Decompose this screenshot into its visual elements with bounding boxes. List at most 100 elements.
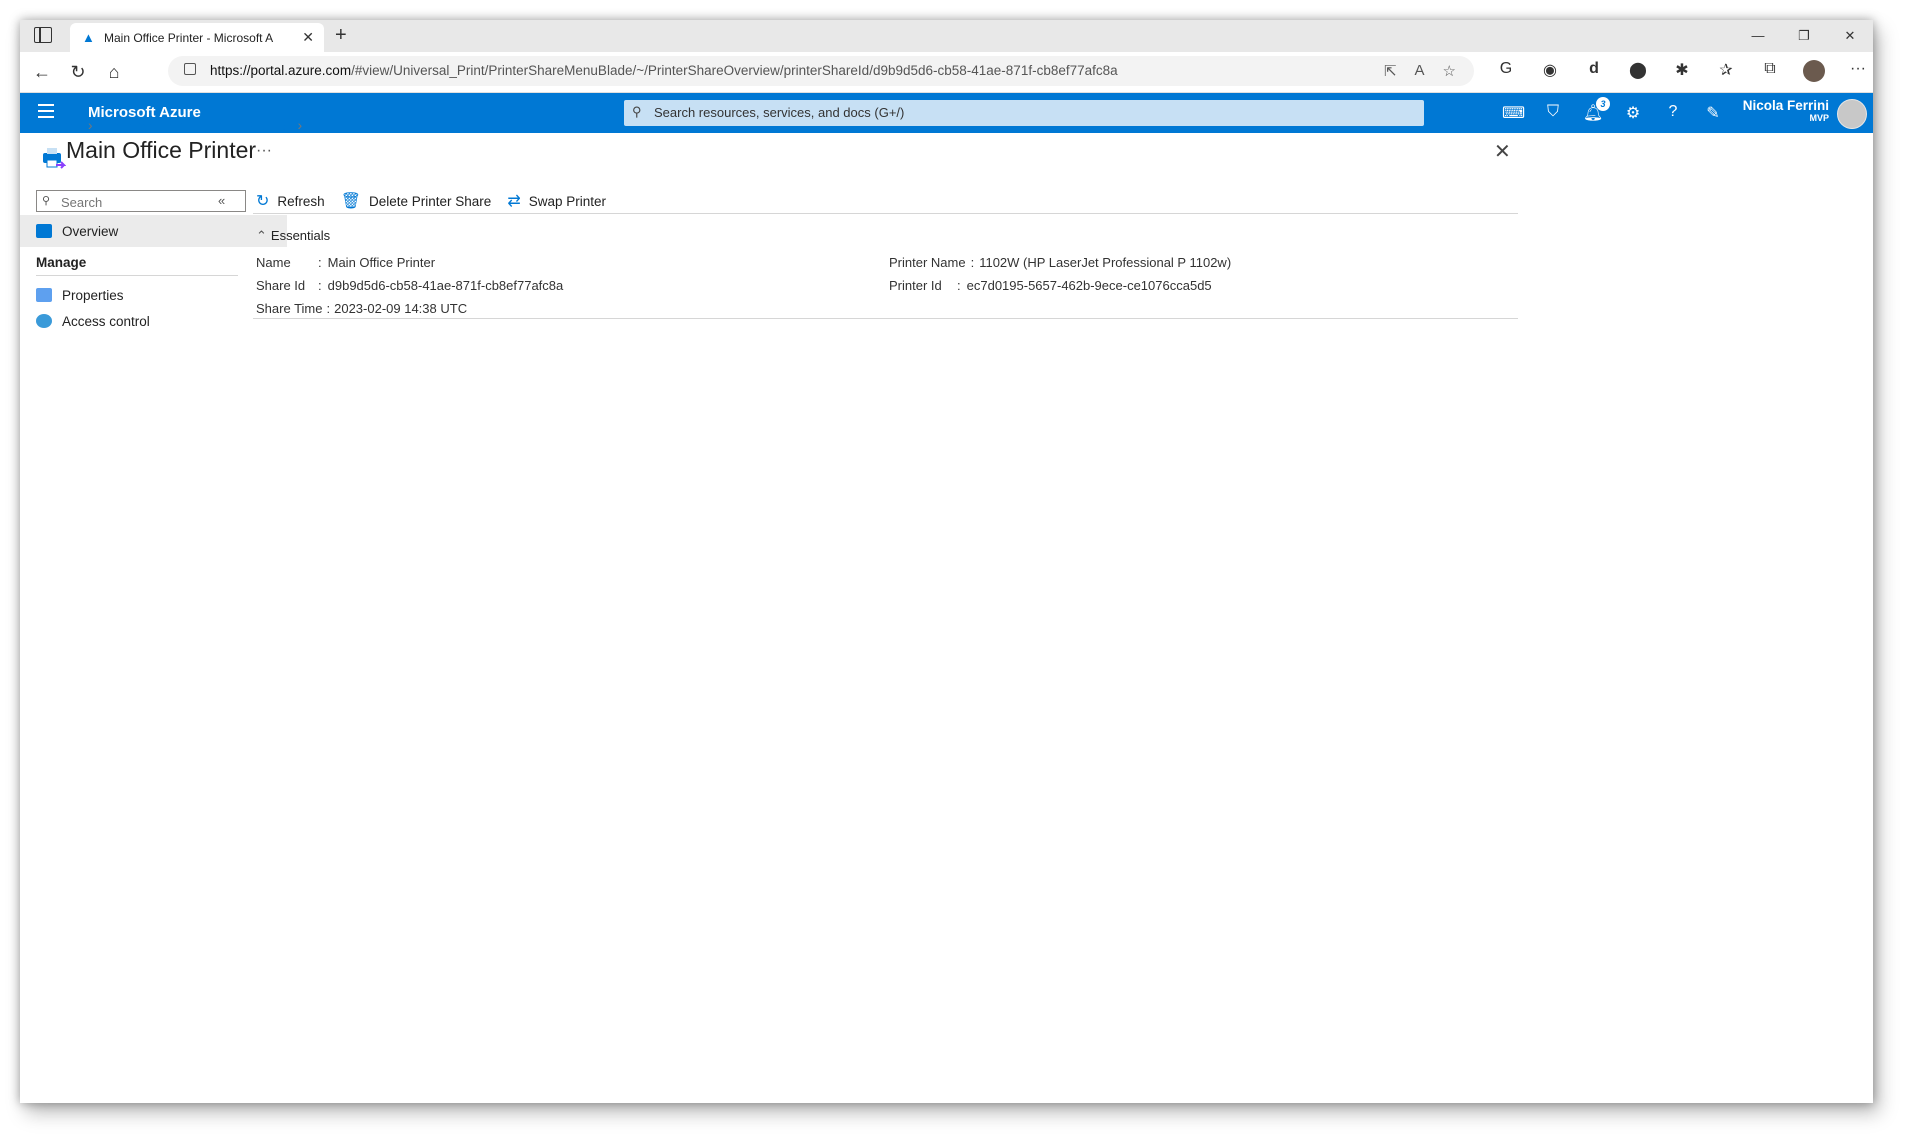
refresh-label: Refresh <box>277 193 325 209</box>
sidebar-search-input[interactable] <box>59 193 243 211</box>
search-icon: ⚲ <box>632 104 642 119</box>
extension-password-icon[interactable]: ◉ <box>1539 60 1561 87</box>
command-bar: ↻ Refresh 🗑︎ Delete Printer Share ⇄ Swap… <box>256 191 606 211</box>
sidebar-item-access-control[interactable]: Access control <box>20 305 287 337</box>
refresh-button[interactable]: ↻ Refresh <box>256 191 325 211</box>
sidebar-item-label: Properties <box>62 287 124 303</box>
name-value: Main Office Printer <box>327 255 436 270</box>
home-icon[interactable]: ⌂ <box>102 60 126 84</box>
essentials-toggle[interactable]: ⌃ Essentials <box>256 228 330 244</box>
essentials-title: Essentials <box>270 228 331 243</box>
directory-filter-icon[interactable]: ⛉ <box>1542 103 1564 123</box>
printer-id-value: ec7d0195-5657-462b-9ece-ce1076cca5d5 <box>966 278 1212 293</box>
address-bar-actions: ⇱ A ☆ <box>1384 62 1456 80</box>
extensions-bar: G ◉ d ⬤ ✱ ✰ ⧉ ··· <box>1495 60 1869 87</box>
cloud-shell-icon[interactable]: ⌨ <box>1502 103 1525 123</box>
notification-badge: 3 <box>1596 97 1610 111</box>
close-window-icon[interactable]: ✕ <box>1827 20 1873 52</box>
notifications-icon[interactable]: 🔔︎ 3 <box>1582 97 1610 123</box>
settings-more-icon[interactable]: ··· <box>1847 60 1869 87</box>
swap-printer-button[interactable]: ⇄ Swap Printer <box>507 191 606 211</box>
delete-label: Delete Printer Share <box>369 193 492 209</box>
share-time-label: Share Time <box>256 301 323 316</box>
delete-printer-share-button[interactable]: 🗑︎ Delete Printer Share <box>341 191 492 211</box>
essentials-printer-name-row: Printer Name:1102W (HP LaserJet Professi… <box>889 255 1232 270</box>
read-aloud-icon[interactable]: A <box>1415 62 1425 80</box>
tab-title: Main Office Printer - Microsoft A <box>104 30 274 45</box>
user-role: MVP <box>1809 113 1829 123</box>
restore-icon[interactable]: ❐ <box>1781 20 1827 52</box>
tab-actions-icon[interactable] <box>34 27 52 43</box>
more-options-icon[interactable]: ··· <box>256 142 272 160</box>
extensions-icon[interactable]: ✱ <box>1671 60 1693 87</box>
feedback-icon[interactable]: ✎ <box>1702 103 1724 123</box>
share-time-value: 2023-02-09 14:38 UTC <box>334 301 468 316</box>
new-tab-icon[interactable]: + <box>335 24 347 47</box>
sidebar-item-label: Access control <box>62 313 150 329</box>
share-id-label: Share Id <box>256 278 306 293</box>
favorite-add-icon[interactable]: ☆ <box>1443 62 1456 80</box>
page-title: Main Office Printer <box>66 137 257 163</box>
essentials-printer-id-row: Printer Id: ec7d0195-5657-462b-9ece-ce107… <box>889 278 1212 293</box>
open-app-icon[interactable]: ⇱ <box>1384 62 1397 80</box>
chevron-right-icon: › <box>88 118 93 133</box>
printer-share-icon <box>43 148 66 169</box>
sidebar-item-label: Overview <box>62 223 119 239</box>
lock-icon[interactable] <box>184 63 196 75</box>
avatar[interactable] <box>1837 99 1867 129</box>
chevron-right-icon: › <box>297 118 303 133</box>
sidebar-search[interactable]: ⚲ <box>36 190 246 212</box>
user-name: Nicola Ferrini <box>1742 98 1829 113</box>
refresh-icon: ↻ <box>256 193 270 210</box>
user-account[interactable]: Nicola Ferrini MVP <box>1743 98 1829 123</box>
close-tab-icon[interactable]: ✕ <box>302 29 314 46</box>
azure-favicon-icon: ▲ <box>82 29 95 45</box>
global-search[interactable]: ⚲ Search resources, services, and docs (… <box>624 100 1424 126</box>
back-icon[interactable]: ← <box>30 60 54 84</box>
chevron-up-icon: ⌃ <box>256 228 267 243</box>
collapse-sidebar-icon[interactable]: « <box>218 193 225 208</box>
sidebar-item-overview[interactable]: Overview <box>20 215 287 247</box>
essentials-share-time-row: Share Time:2023-02-09 14:38 UTC <box>256 301 468 316</box>
window-controls: — ❐ ✕ <box>1735 20 1873 52</box>
properties-icon <box>36 288 52 302</box>
search-icon: ⚲ <box>42 195 51 207</box>
breadcrumb-home[interactable]: Home <box>42 118 78 133</box>
name-label: Name <box>256 255 291 270</box>
browser-window: ▲ Main Office Printer - Microsoft A ✕ + … <box>20 20 1873 1103</box>
close-blade-icon[interactable]: ✕ <box>1494 139 1511 164</box>
navigation-bar: ← ↻ ⌂ https://portal.azure.com/#view/Uni… <box>20 52 1873 93</box>
reload-icon[interactable]: ↻ <box>66 60 90 84</box>
essentials-share-id-row: Share Id: d9b9d5d6-cb58-41ae-871f-cb8ef77… <box>256 278 564 293</box>
tab-strip: ▲ Main Office Printer - Microsoft A ✕ + … <box>20 20 1873 52</box>
trash-icon: 🗑︎ <box>340 193 361 210</box>
help-icon[interactable]: ? <box>1662 103 1684 123</box>
extension-g-icon[interactable]: G <box>1495 60 1517 87</box>
settings-gear-icon[interactable]: ⚙ <box>1622 103 1644 123</box>
share-id-value: d9b9d5d6-cb58-41ae-871f-cb8ef77afc8a <box>327 278 564 293</box>
printer-name-label: Printer Name <box>889 255 966 270</box>
essentials-divider <box>253 318 1518 319</box>
url-text[interactable]: https://portal.azure.com/#view/Universal… <box>210 63 1118 78</box>
swap-icon: ⇄ <box>507 193 521 210</box>
users-icon <box>36 314 52 328</box>
profile-icon[interactable] <box>1803 60 1825 87</box>
printer-id-label: Printer Id <box>889 278 942 293</box>
toolbar-divider <box>253 213 1518 214</box>
address-bar[interactable]: https://portal.azure.com/#view/Universal… <box>168 56 1474 86</box>
extension-dark-icon[interactable]: ⬤ <box>1627 60 1649 87</box>
printer-name-value: 1102W (HP LaserJet Professional P 1102w) <box>979 255 1232 270</box>
breadcrumb: Home › Universal Print | Printer Shares … <box>42 118 302 133</box>
essentials-name-row: Name: Main Office Printer <box>256 255 436 270</box>
sidebar-divider <box>36 275 238 276</box>
global-search-placeholder: Search resources, services, and docs (G+… <box>654 105 905 120</box>
sidebar-heading-manage: Manage <box>36 255 87 270</box>
favorites-icon[interactable]: ✰ <box>1715 60 1737 87</box>
header-actions: ⌨ ⛉ 🔔︎ 3 ⚙ ? ✎ <box>1502 97 1724 123</box>
swap-label: Swap Printer <box>528 193 607 209</box>
browser-tab[interactable]: ▲ Main Office Printer - Microsoft A ✕ <box>70 23 324 52</box>
extension-d-icon[interactable]: d <box>1583 60 1605 87</box>
collections-icon[interactable]: ⧉ <box>1759 60 1781 87</box>
minimize-icon[interactable]: — <box>1735 20 1781 52</box>
breadcrumb-printer-shares[interactable]: Universal Print | Printer Shares <box>103 118 288 133</box>
